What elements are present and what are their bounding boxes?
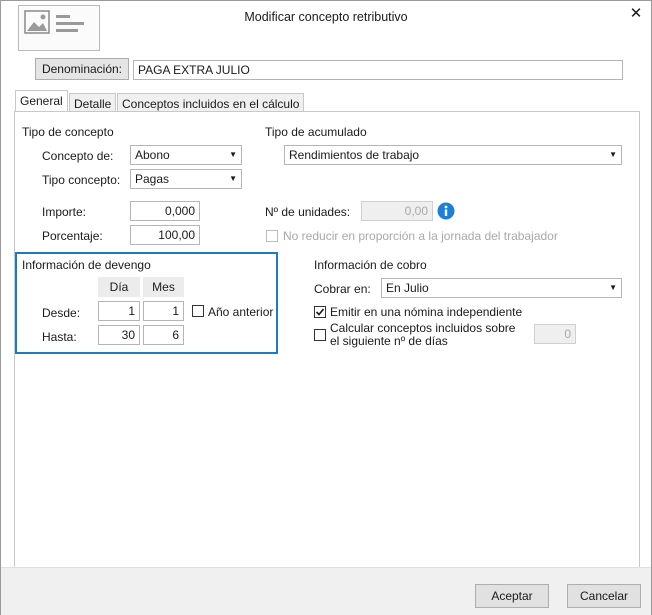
info-icon[interactable] bbox=[437, 202, 455, 220]
ano-anterior-checkbox[interactable] bbox=[192, 305, 204, 317]
chevron-down-icon: ▼ bbox=[609, 283, 617, 292]
tipo-acumulado-select[interactable]: Rendimientos de trabajo ▼ bbox=[284, 145, 622, 165]
cobrar-en-label: Cobrar en: bbox=[314, 282, 371, 296]
chevron-down-icon: ▼ bbox=[609, 150, 617, 159]
calcular-checkbox[interactable] bbox=[314, 329, 326, 341]
tipo-concepto-select[interactable]: Pagas ▼ bbox=[130, 169, 242, 189]
checkmark-icon bbox=[315, 308, 325, 316]
cobro-heading: Información de cobro bbox=[314, 258, 427, 272]
mes-column-header: Mes bbox=[143, 277, 184, 297]
desde-label: Desde: bbox=[42, 306, 81, 320]
tab-detalle[interactable]: Detalle bbox=[69, 93, 117, 113]
cobrar-en-select[interactable]: En Julio ▼ bbox=[381, 278, 622, 298]
emitir-checkbox[interactable] bbox=[314, 306, 326, 318]
chevron-down-icon: ▼ bbox=[229, 174, 237, 183]
dias-field: 0 bbox=[534, 324, 576, 344]
hasta-mes-field[interactable]: 6 bbox=[143, 325, 184, 345]
devengo-heading: Información de devengo bbox=[22, 258, 151, 272]
importe-label: Importe: bbox=[42, 205, 87, 219]
tipo-acumulado-heading: Tipo de acumulado bbox=[265, 125, 367, 139]
unidades-field: 0,00 bbox=[361, 201, 433, 221]
no-reducir-label: No reducir en proporción a la jornada de… bbox=[283, 229, 558, 243]
cancel-button[interactable]: Cancelar bbox=[567, 584, 641, 608]
hasta-dia-field[interactable]: 30 bbox=[98, 325, 140, 345]
desde-mes-field[interactable]: 1 bbox=[143, 301, 184, 321]
tipo-concepto-value: Pagas bbox=[135, 172, 170, 186]
chevron-down-icon: ▼ bbox=[229, 150, 237, 159]
tab-conceptos-incluidos[interactable]: Conceptos incluidos en el cálculo bbox=[117, 93, 305, 113]
ano-anterior-label: Año anterior bbox=[208, 305, 274, 319]
denominacion-button[interactable]: Denominación: bbox=[35, 58, 129, 80]
tab-general[interactable]: General bbox=[15, 90, 68, 113]
concepto-de-label: Concepto de: bbox=[42, 149, 114, 163]
button-bar bbox=[1, 567, 651, 615]
hasta-label: Hasta: bbox=[42, 330, 77, 344]
close-icon[interactable]: ✕ bbox=[627, 5, 645, 23]
calcular-label-line-2: el siguiente nº de días bbox=[330, 334, 448, 348]
tipo-acumulado-value: Rendimientos de trabajo bbox=[289, 148, 420, 162]
calcular-label: Calcular conceptos incluidos sobre el si… bbox=[330, 322, 515, 348]
unidades-label: Nº de unidades: bbox=[265, 205, 351, 219]
accept-button[interactable]: Aceptar bbox=[475, 584, 549, 608]
cobrar-en-value: En Julio bbox=[386, 281, 429, 295]
importe-field[interactable]: 0,000 bbox=[130, 201, 200, 221]
tipo-concepto-label: Tipo concepto: bbox=[42, 173, 121, 187]
window-title: Modificar concepto retributivo bbox=[244, 10, 408, 24]
dia-column-header: Día bbox=[98, 277, 140, 297]
emitir-label: Emitir en una nómina independiente bbox=[330, 305, 523, 319]
concepto-de-select[interactable]: Abono ▼ bbox=[130, 145, 242, 165]
porcentaje-label: Porcentaje: bbox=[42, 229, 103, 243]
dialog-window: Modificar concepto retributivo ✕ Denomin… bbox=[0, 0, 652, 615]
concepto-de-value: Abono bbox=[135, 148, 170, 162]
denominacion-field[interactable]: PAGA EXTRA JULIO bbox=[133, 60, 623, 80]
no-reducir-checkbox[interactable] bbox=[266, 230, 278, 242]
tipo-concepto-heading: Tipo de concepto bbox=[22, 125, 114, 139]
porcentaje-field[interactable]: 100,00 bbox=[130, 225, 200, 245]
desde-dia-field[interactable]: 1 bbox=[98, 301, 140, 321]
